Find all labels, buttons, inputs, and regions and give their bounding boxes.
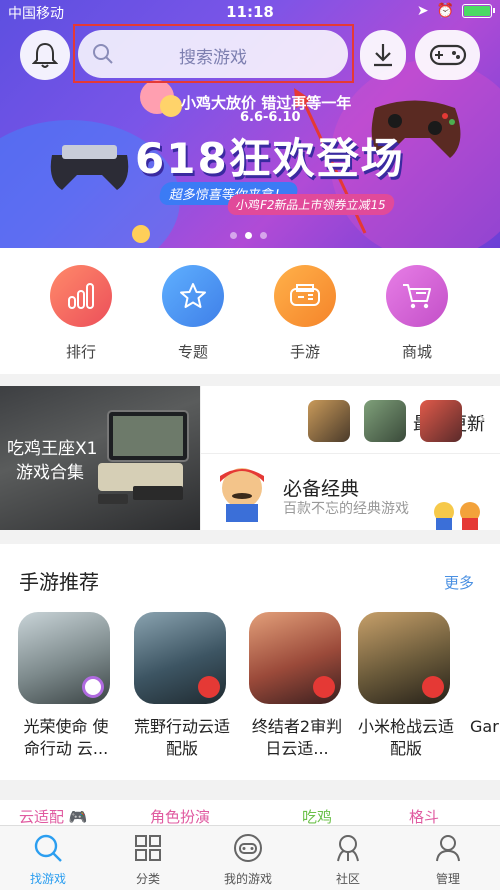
download-icon (374, 44, 392, 67)
category-topics[interactable]: 专题 (153, 265, 233, 362)
game-name: 荒野行动云适配版 (134, 717, 231, 758)
controller-icon (234, 834, 262, 862)
recent-game-thumb (420, 400, 462, 442)
location-icon: ➤ (416, 3, 429, 19)
promo-dates: 6.6-6.10 (240, 110, 301, 125)
tag-fighting[interactable]: 格斗 (409, 806, 439, 827)
download-button[interactable] (360, 30, 406, 80)
game-icon (134, 612, 226, 704)
bell-icon (32, 42, 58, 68)
mascot-image (220, 468, 264, 522)
genre-tags: 云适配 🎮 角色扮演 吃鸡 格斗 (0, 800, 500, 827)
community-icon (337, 835, 359, 862)
tab-find-games[interactable]: 找游戏 (8, 832, 88, 887)
tag-battle-royale[interactable]: 吃鸡 (302, 806, 332, 827)
controller-icon: 🎮 (68, 808, 88, 826)
game-icon (358, 612, 450, 704)
category-label: 商城 (401, 343, 432, 361)
essentials-subtitle: 百款不忘的经典游戏 (283, 501, 409, 517)
game-name: 光荣使命 使命行动 云... (23, 717, 109, 758)
tab-label: 我的游戏 (223, 872, 272, 886)
game-card[interactable]: 终结者2审判日云适... (249, 612, 345, 760)
gamepad-grip-image (50, 145, 129, 190)
tab-label: 管理 (435, 872, 460, 886)
gamepad-icon (290, 284, 320, 306)
collection-subtitle: 游戏合集 (16, 463, 84, 483)
feature-section: 吃鸡王座X1 游戏合集 最近更新 › (0, 386, 500, 530)
gaming-tablet-image (98, 410, 189, 504)
category-store[interactable]: 商城 (377, 265, 457, 362)
manage-icon (436, 835, 460, 862)
chevron-right-icon: › (478, 406, 486, 430)
tab-categories[interactable]: 分类 (108, 832, 188, 887)
characters-image (434, 502, 480, 530)
game-icon (18, 612, 110, 704)
category-label: 排行 (65, 343, 96, 361)
cart-icon (403, 284, 431, 309)
grid-icon (135, 835, 161, 861)
notification-button[interactable] (20, 30, 70, 80)
gamepad-button[interactable] (415, 30, 480, 80)
game-name: 终结者2审判日云适... (251, 717, 343, 758)
alarm-icon: ⏰ (436, 3, 454, 19)
game-card[interactable]: 小米枪战云适配版 (358, 612, 454, 760)
category-mobile-games[interactable]: 手游 (265, 265, 345, 362)
tag-cloud[interactable]: 云适配 🎮 (19, 806, 87, 827)
tag-rpg[interactable]: 角色扮演 (150, 806, 210, 827)
battery-icon (462, 4, 495, 18)
game-card[interactable]: 荒野行动云适配版 (134, 612, 230, 760)
status-bar: 中国移动 11:18 ➤ ⏰ (0, 0, 500, 24)
tab-my-games[interactable]: 我的游戏 (208, 832, 288, 887)
section-title: 手游推荐 (19, 570, 99, 594)
search-icon (34, 834, 62, 862)
tab-label: 社区 (335, 872, 360, 886)
tab-community[interactable]: 社区 (308, 832, 388, 887)
tab-label: 分类 (135, 872, 160, 886)
game-name: 小米枪战云适配版 (358, 717, 455, 758)
recommend-section: 手游推荐 更多 光荣使命 使命行动 云... 荒野行动云适配版 终结者2审判日云… (0, 544, 500, 780)
gamepad-icon (429, 44, 466, 66)
highlight-frame (73, 24, 354, 83)
more-link[interactable]: 更多 (444, 572, 474, 593)
bar-chart-icon (68, 283, 94, 309)
collection-title: 吃鸡王座X1 (7, 439, 98, 459)
category-label: 专题 (177, 343, 208, 361)
banner-title: 618狂欢登场 (135, 134, 405, 183)
recent-updates-row[interactable]: 最近更新 › (200, 386, 500, 453)
essentials-title: 必备经典 (283, 478, 360, 500)
carousel-indicator (230, 232, 267, 239)
recent-game-thumb (364, 400, 406, 442)
recent-game-thumb (308, 400, 350, 442)
collection-card[interactable]: 吃鸡王座X1 游戏合集 (0, 386, 200, 530)
game-icon (249, 612, 341, 704)
game-card[interactable]: Gar (470, 612, 500, 738)
tab-label: 找游戏 (29, 872, 66, 886)
game-card[interactable]: 光荣使命 使命行动 云... (18, 612, 114, 760)
category-label: 手游 (289, 343, 320, 361)
promo-banner[interactable]: 中国移动 11:18 ➤ ⏰ 搜索游戏 小鸡大放价 错过再等一年 6.6-6.1… (0, 0, 500, 248)
tab-manage[interactable]: 管理 (408, 832, 488, 887)
category-ranking[interactable]: 排行 (41, 265, 121, 362)
banner-coupon-tag: 小鸡F2新品上市领券立减15 (226, 194, 396, 215)
game-name: Gar (470, 717, 499, 736)
bottom-tab-bar: 找游戏 分类 我的游戏 社区 管理 (0, 825, 500, 890)
star-icon (180, 283, 206, 308)
category-shortcuts: 排行 专题 手游 商城 (0, 248, 500, 374)
